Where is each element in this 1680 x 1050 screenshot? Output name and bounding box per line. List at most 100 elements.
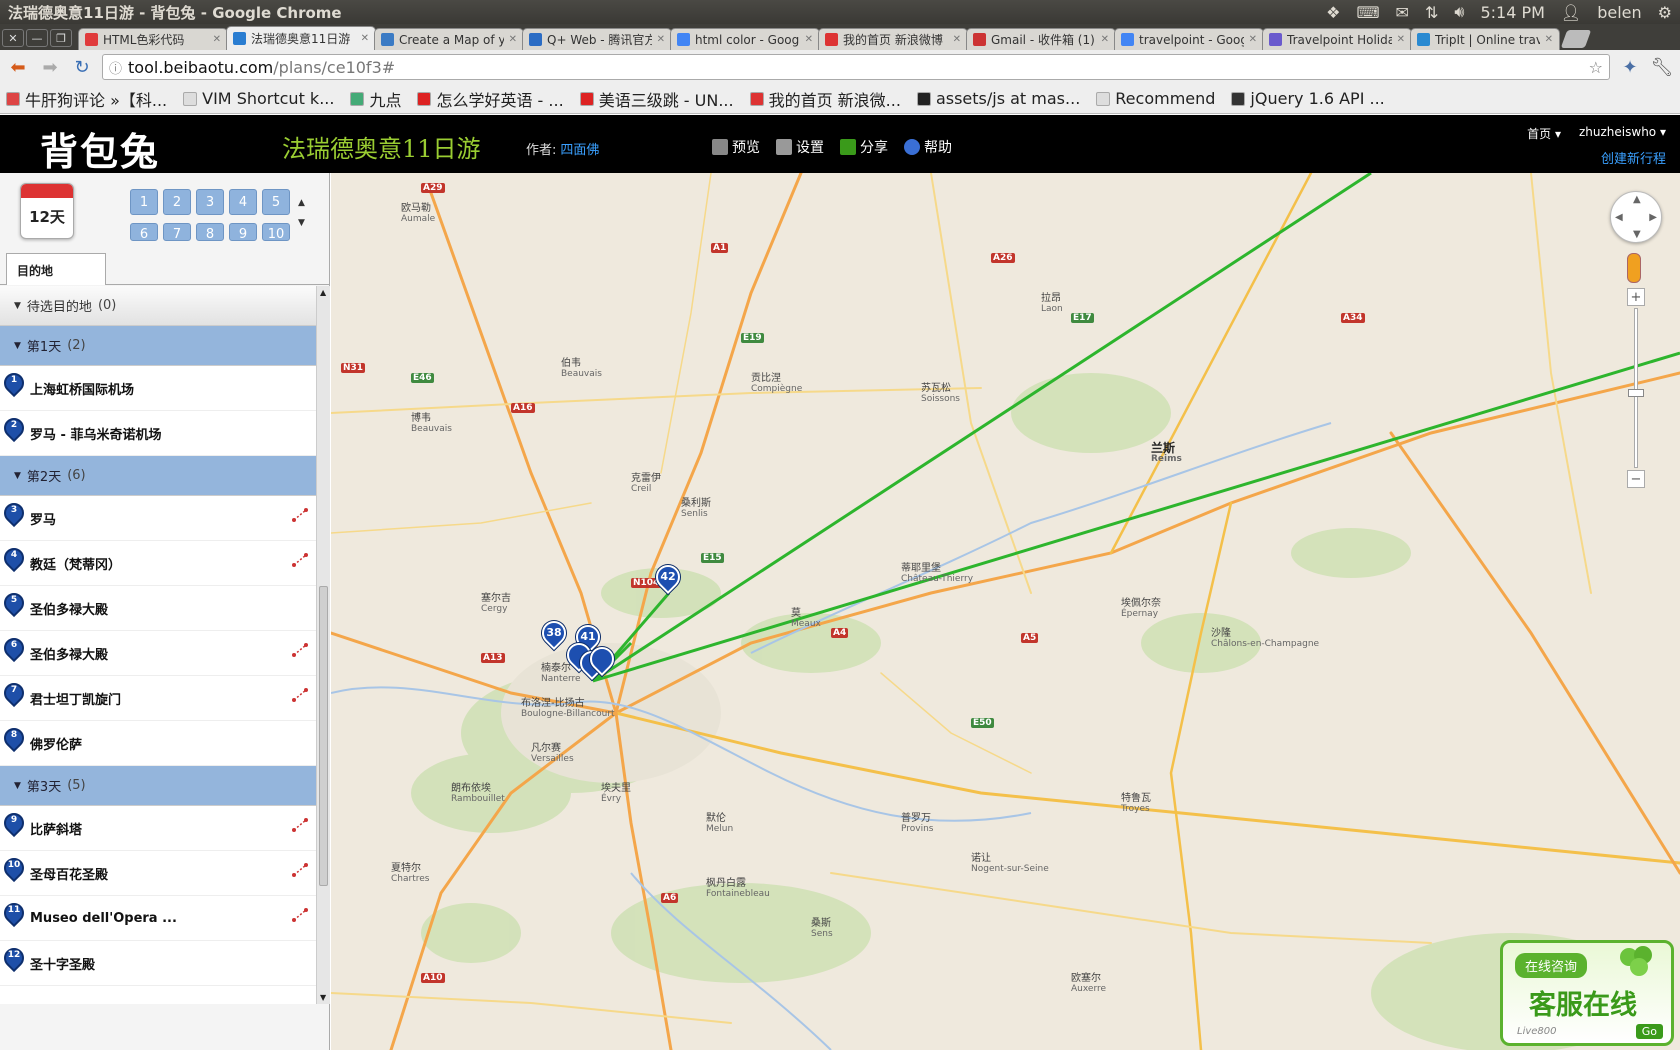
keyboard-icon[interactable]: ⌨ [1356, 3, 1379, 22]
zoom-slider-knob[interactable] [1628, 389, 1644, 397]
collapse-arrow-icon[interactable]: ▼ [14, 781, 21, 791]
volume-icon[interactable]: 🔊︎ [1454, 2, 1464, 22]
day-group-header[interactable]: ▼ 第2天 (6) [0, 456, 316, 496]
route-icon[interactable] [292, 863, 308, 877]
day-group-header[interactable]: ▼ 第3天 (5) [0, 766, 316, 806]
bookmark-item[interactable]: Recommend [1096, 89, 1215, 108]
map-marker[interactable] [585, 642, 619, 681]
day-scroll-up-icon[interactable]: ▲ [298, 193, 305, 213]
destination-item[interactable]: 5 圣伯多禄大殿 [0, 586, 316, 631]
home-dropdown[interactable]: 首页 ▾ [1527, 125, 1561, 142]
preview-menu-item[interactable]: 预览 [712, 137, 760, 157]
tab-close-icon[interactable]: ✕ [805, 34, 813, 45]
browser-tab[interactable]: HTML色彩代码 ✕ [78, 28, 228, 50]
maximize-window-button[interactable]: ❐ [50, 29, 72, 47]
bookmark-item[interactable]: 牛肝狗评论 »【科... [6, 87, 167, 111]
day-button[interactable]: 3 [196, 189, 224, 215]
scroll-down-icon[interactable]: ▼ [320, 993, 326, 1002]
create-trip-link[interactable]: 创建新行程 [1527, 148, 1666, 167]
bookmark-item[interactable]: jQuery 1.6 API ... [1231, 89, 1385, 108]
collapse-arrow-icon[interactable]: ▼ [14, 471, 21, 481]
forward-arrow-icon[interactable]: ➡ [38, 55, 62, 79]
help-menu-item[interactable]: 帮助 [904, 137, 952, 157]
browser-tab[interactable]: 法瑞德奥意11日游 ✕ [226, 26, 376, 50]
new-tab-button[interactable] [1560, 30, 1592, 48]
network-icon[interactable]: ⇅ [1425, 3, 1438, 22]
route-icon[interactable] [292, 688, 308, 702]
day-button[interactable]: 9 [229, 223, 257, 242]
site-logo[interactable]: 背包兔 [40, 121, 160, 176]
reload-icon[interactable]: ↻ [70, 55, 94, 79]
day-button[interactable]: 10 [262, 223, 290, 242]
pending-destinations-header[interactable]: ▼ 待选目的地 (0) [0, 286, 316, 326]
bookmark-item[interactable]: 美语三级跳 - UN... [579, 87, 734, 111]
share-menu-item[interactable]: 分享 [840, 137, 888, 157]
day-group-header[interactable]: ▼ 第1天 (2) [0, 326, 316, 366]
author-link[interactable]: 四面佛 [560, 143, 599, 158]
tab-close-icon[interactable]: ✕ [1249, 34, 1257, 45]
destination-item[interactable]: 6 圣伯多禄大殿 [0, 631, 316, 676]
destination-item[interactable]: 3 罗马 [0, 496, 316, 541]
bookmark-item[interactable]: 九点 [350, 87, 401, 111]
tab-close-icon[interactable]: ✕ [1397, 34, 1405, 45]
extension-icon[interactable]: ✦ [1618, 55, 1642, 79]
pan-up-icon[interactable]: ▲ [1633, 194, 1641, 205]
tab-close-icon[interactable]: ✕ [361, 33, 369, 44]
route-icon[interactable] [292, 818, 308, 832]
destination-item[interactable]: 1 上海虹桥国际机场 [0, 366, 316, 411]
map-marker[interactable]: 38 [537, 616, 571, 655]
bookmark-item[interactable]: assets/js at mas... [916, 89, 1080, 108]
username-dropdown[interactable]: zhuzheiswho ▾ [1579, 125, 1666, 142]
route-icon[interactable] [292, 908, 308, 922]
browser-tab[interactable]: Gmail - 收件箱 (1) - ✕ [966, 28, 1116, 50]
minimize-window-button[interactable]: — [26, 29, 48, 47]
list-scrollbar[interactable]: ▲ ▼ [316, 286, 330, 1004]
settings-menu-item[interactable]: 设置 [776, 137, 824, 157]
power-gear-icon[interactable]: ⚙ [1658, 3, 1672, 22]
day-button[interactable]: 6 [130, 223, 158, 242]
collapse-arrow-icon[interactable]: ▼ [14, 301, 21, 311]
destination-item[interactable]: 7 君士坦丁凯旋门 [0, 676, 316, 721]
browser-tab[interactable]: html color - Google ✕ [670, 28, 820, 50]
day-button[interactable]: 1 [130, 189, 158, 215]
destination-item[interactable]: 12 圣十字圣殿 [0, 941, 316, 986]
zoom-slider-track[interactable] [1628, 308, 1644, 468]
wrench-menu-icon[interactable]: 🔧︎ [1650, 55, 1674, 79]
map-pan-control[interactable]: ▲ ▼ ◀ ▶ [1610, 191, 1662, 243]
scroll-thumb[interactable] [319, 586, 328, 886]
live-support-widget[interactable]: 在线咨询 客服在线 Live800 Go [1500, 940, 1674, 1046]
dropbox-icon[interactable]: ❖ [1326, 3, 1340, 22]
day-button[interactable]: 5 [262, 189, 290, 215]
map-marker[interactable]: 42 [651, 560, 685, 599]
tab-close-icon[interactable]: ✕ [509, 34, 517, 45]
support-go-button[interactable]: Go [1635, 1024, 1663, 1039]
day-button[interactable]: 7 [163, 223, 191, 242]
online-consult-label[interactable]: 在线咨询 [1515, 953, 1588, 978]
destination-item[interactable]: 4 教廷（梵蒂冈） [0, 541, 316, 586]
pan-left-icon[interactable]: ◀ [1615, 212, 1623, 223]
close-window-button[interactable]: ✕ [2, 29, 24, 47]
destination-item[interactable]: 9 比萨斜塔 [0, 806, 316, 851]
clock[interactable]: 5:14 PM [1480, 3, 1544, 22]
browser-tab[interactable]: TripIt | Online trave ✕ [1410, 28, 1560, 50]
tab-close-icon[interactable]: ✕ [1545, 34, 1553, 45]
destination-item[interactable]: 2 罗马 - 菲乌米奇诺机场 [0, 411, 316, 456]
browser-tab[interactable]: 我的首页 新浪微博 ✕ [818, 28, 968, 50]
zoom-in-button[interactable]: + [1627, 288, 1645, 306]
browser-tab[interactable]: Q+ Web - 腾讯官方 ✕ [522, 28, 672, 50]
destination-item[interactable]: 10 圣母百花圣殿 [0, 851, 316, 896]
tab-close-icon[interactable]: ✕ [657, 34, 665, 45]
page-info-icon[interactable]: ⓘ [109, 58, 122, 77]
user-name[interactable]: belen [1597, 3, 1641, 22]
tab-destinations[interactable]: 目的地 [6, 253, 106, 285]
address-bar[interactable]: ⓘ tool.beibaotu.com/plans/ce10f3# ☆ [102, 54, 1610, 80]
destination-item[interactable]: 11 Museo dell'Opera ... [0, 896, 316, 941]
collapse-arrow-icon[interactable]: ▼ [14, 341, 21, 351]
zoom-out-button[interactable]: − [1627, 470, 1645, 488]
route-icon[interactable] [292, 553, 308, 567]
browser-tab[interactable]: Create a Map of yo ✕ [374, 28, 524, 50]
day-button[interactable]: 4 [229, 189, 257, 215]
street-view-pegman-icon[interactable] [1627, 253, 1641, 283]
mail-icon[interactable]: ✉ [1396, 3, 1409, 22]
tab-close-icon[interactable]: ✕ [213, 34, 221, 45]
